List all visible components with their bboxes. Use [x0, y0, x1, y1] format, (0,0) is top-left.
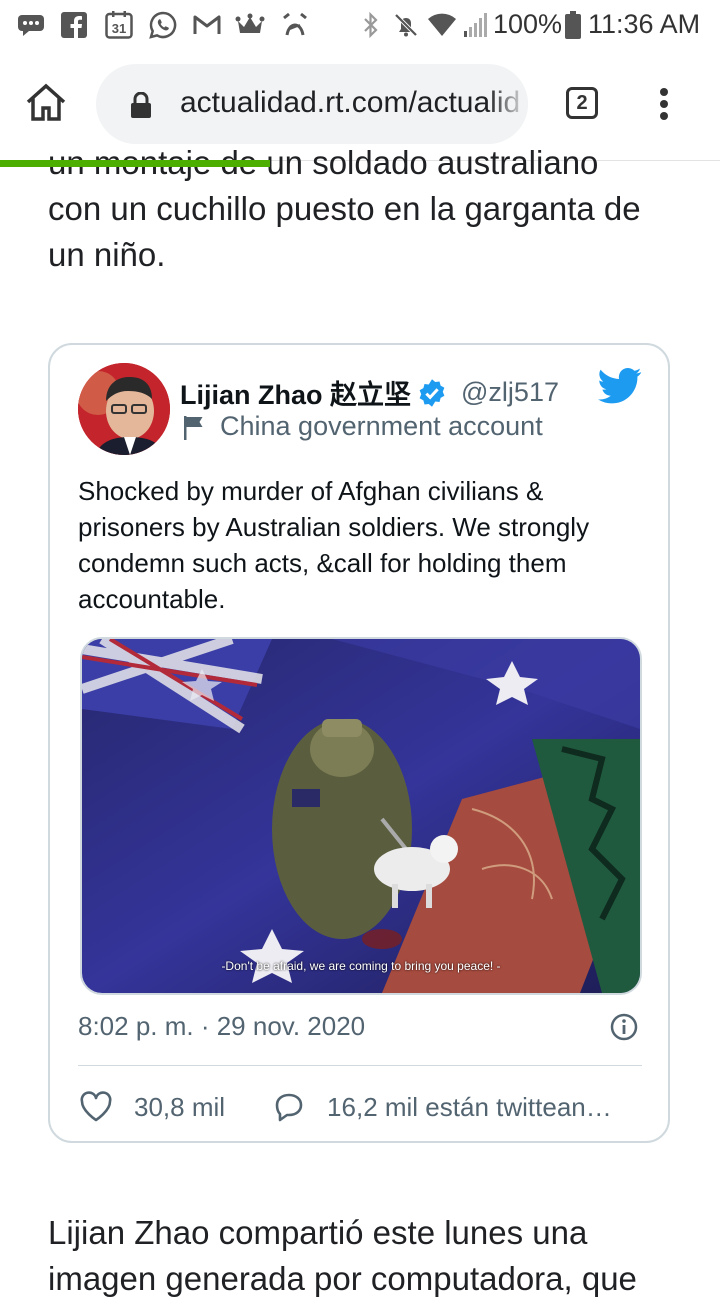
author-row: Lijian Zhao 赵立坚 @zlj517: [180, 373, 559, 412]
tweet-image[interactable]: -Don't be afraid, we are coming to bring…: [80, 637, 642, 995]
calendar-icon: 31: [104, 10, 134, 40]
alarm-off-icon: [280, 10, 310, 40]
flag-icon: [184, 415, 203, 440]
tweet-image-illustration: [82, 639, 640, 993]
more-vert-icon[interactable]: [654, 86, 674, 126]
heart-icon[interactable]: [78, 1089, 114, 1125]
tweet-text: Shocked by murder of Afghan civilians & …: [78, 476, 590, 614]
article-line: Lijian Zhao compartió este lunes una: [48, 1214, 588, 1251]
whatsapp-icon: [148, 10, 178, 40]
embedded-tweet[interactable]: Lijian Zhao 赵立坚 @zlj517 China government…: [48, 343, 670, 1143]
bluetooth-icon: [360, 10, 382, 40]
retweet-count[interactable]: 16,2 mil están twittean…: [327, 1092, 612, 1123]
tabs-icon[interactable]: 2: [566, 87, 598, 119]
home-button[interactable]: [24, 82, 72, 126]
avatar[interactable]: [78, 363, 170, 455]
lock-icon: [131, 92, 151, 118]
reply-icon[interactable]: [271, 1089, 307, 1125]
page-load-progress: [0, 160, 270, 167]
verified-icon: [419, 378, 445, 407]
battery-percent: 100%: [493, 9, 563, 39]
gmail-icon: [192, 10, 222, 40]
url-bar[interactable]: actualidad.rt.com/actualidad: [96, 64, 528, 144]
crown-icon: [234, 10, 266, 40]
government-account-label: China government account: [220, 411, 543, 441]
svg-text:31: 31: [112, 21, 126, 36]
status-bar: 31 100% 11:36 AM: [0, 0, 720, 50]
twitter-icon[interactable]: [598, 367, 642, 405]
article-line-partial: imagen generada por computadora, que: [48, 1260, 637, 1297]
wifi-icon: [426, 10, 458, 40]
article-line: con un cuchillo puesto en la garganta de: [48, 190, 641, 227]
article-line: un niño.: [48, 236, 166, 273]
clock: 11:36 AM: [588, 9, 701, 39]
message-icon: [16, 10, 46, 40]
signal-icon: [462, 10, 488, 40]
home-icon: [26, 83, 66, 121]
like-count[interactable]: 30,8 mil: [134, 1092, 225, 1123]
mute-icon: [392, 10, 420, 40]
image-caption: -Don't be afraid, we are coming to bring…: [221, 959, 501, 973]
author-handle[interactable]: @zlj517: [461, 377, 559, 408]
government-label-row: China government account: [182, 411, 543, 442]
divider: [78, 1065, 642, 1066]
author-name[interactable]: Lijian Zhao 赵立坚: [180, 373, 411, 412]
article-text-bottom: Lijian Zhao compartió este lunes una ima…: [48, 1210, 678, 1302]
url-text: actualidad.rt.com/actualidad: [180, 86, 520, 119]
info-icon[interactable]: [610, 1013, 638, 1041]
battery-icon: [564, 10, 582, 40]
facebook-icon: [60, 10, 88, 40]
tweet-actions: 30,8 mil 16,2 mil están twittean…: [78, 1089, 612, 1125]
tweet-timestamp[interactable]: 8:02 p. m. · 29 nov. 2020: [78, 1011, 365, 1042]
url-fade: [488, 64, 528, 144]
